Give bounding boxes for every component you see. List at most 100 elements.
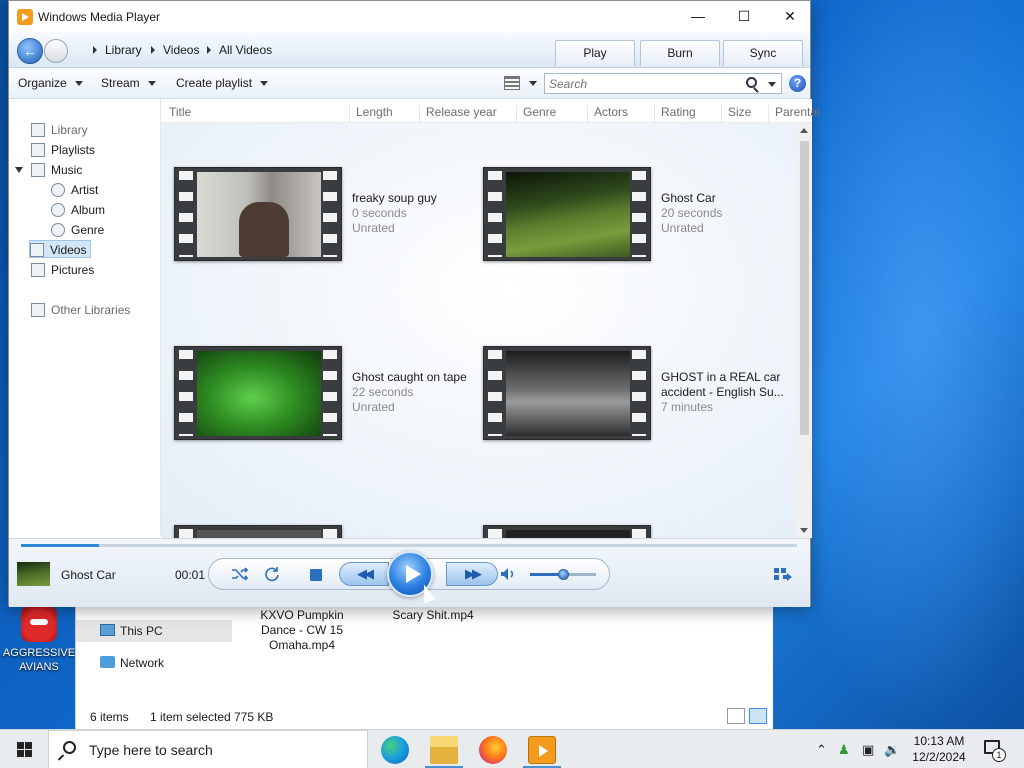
video-rating[interactable]: Unrated (352, 221, 482, 236)
view-options-icon[interactable] (504, 76, 520, 90)
minimize-button[interactable]: — (675, 1, 721, 32)
stop-icon[interactable] (310, 569, 322, 581)
search-box[interactable] (544, 73, 782, 94)
video-tile[interactable]: Ghost Car 20 seconds Unrated (479, 167, 779, 263)
scroll-down-icon[interactable] (800, 528, 808, 533)
column-actors[interactable]: Actors (587, 105, 628, 123)
breadcrumb-chevron-icon[interactable] (93, 46, 97, 54)
organize-menu[interactable]: Organize (18, 76, 83, 90)
repeat-icon[interactable] (263, 566, 281, 582)
next-button[interactable]: ▶▶ (446, 562, 498, 586)
nav-network[interactable]: Network (76, 652, 232, 674)
nav-this-pc[interactable]: This PC (76, 620, 232, 642)
sidebar-item-library[interactable]: Library (31, 121, 88, 139)
firefox-icon[interactable] (479, 736, 507, 764)
video-thumbnail[interactable] (174, 346, 342, 440)
video-length: 22 seconds (352, 385, 414, 399)
video-thumbnail[interactable] (483, 525, 651, 538)
create-playlist-menu[interactable]: Create playlist (176, 76, 269, 90)
file-item[interactable]: KXVO Pumpkin Dance - CW 15 Omaha.mp4 (247, 608, 357, 653)
video-tile[interactable]: freaky soup guy 0 seconds Unrated (170, 167, 470, 263)
large-icons-view-icon[interactable] (749, 708, 767, 724)
sidebar-item-pictures[interactable]: Pictures (31, 261, 94, 279)
maximize-button[interactable]: ☐ (721, 1, 767, 32)
film-strip-decoration (488, 171, 502, 257)
chevron-up-icon[interactable]: ⌃ (816, 742, 827, 758)
breadcrumb-all-videos[interactable]: All Videos (219, 43, 272, 57)
sidebar-item-music[interactable]: Music (31, 161, 82, 179)
video-tile[interactable]: Ghost caught on tape 22 seconds Unrated (170, 346, 470, 442)
sidebar-item-album[interactable]: Album (51, 201, 105, 219)
breadcrumb-chevron-icon[interactable] (207, 46, 211, 54)
close-button[interactable]: ✕ (767, 1, 813, 32)
search-input[interactable] (545, 74, 745, 93)
breadcrumb-videos[interactable]: Videos (163, 43, 199, 57)
windows-start-icon[interactable] (0, 730, 48, 768)
stream-menu[interactable]: Stream (101, 76, 156, 90)
sidebar-item-artist[interactable]: Artist (51, 181, 98, 199)
previous-button[interactable]: ◀◀ (339, 562, 389, 586)
desktop-icon-aggressive-avians[interactable]: AGGRESSIVE AVIANS (2, 606, 76, 674)
video-tile[interactable] (479, 525, 779, 538)
edge-icon[interactable] (381, 736, 409, 764)
network-tray-icon[interactable]: ▣ (862, 742, 874, 758)
column-title[interactable]: Title (163, 105, 191, 123)
sidebar-item-playlists[interactable]: Playlists (31, 141, 95, 159)
organize-label: Organize (18, 76, 67, 90)
sidebar-item-genre[interactable]: Genre (51, 221, 104, 239)
shuffle-icon[interactable] (231, 566, 249, 582)
search-icon[interactable] (746, 77, 757, 88)
sidebar-item-other-libraries[interactable]: Other Libraries (31, 301, 130, 319)
clock[interactable]: 10:13 AM 12/2/2024 (906, 733, 972, 765)
sidebar-item-videos[interactable]: Videos (29, 240, 91, 258)
video-length: 20 seconds (661, 206, 723, 220)
video-length: 7 minutes (661, 400, 714, 414)
scrollbar-thumb[interactable] (800, 141, 809, 435)
elapsed-time: 00:01 (175, 568, 206, 582)
file-item[interactable]: Scary Shit.mp4 (378, 608, 488, 623)
breadcrumb-library[interactable]: Library (105, 43, 142, 57)
tab-burn[interactable]: Burn (640, 40, 720, 66)
chevron-down-icon[interactable] (768, 82, 776, 87)
video-tile[interactable]: GHOST in a REAL car accident - English S… (479, 346, 784, 442)
speaker-icon[interactable]: 🔉 (884, 742, 900, 758)
expand-chevron-icon[interactable] (15, 167, 23, 173)
video-thumbnail[interactable] (174, 525, 342, 538)
column-length[interactable]: Length (349, 105, 393, 123)
volume-knob[interactable] (558, 569, 569, 580)
now-playing-thumbnail[interactable] (17, 562, 50, 586)
tab-sync[interactable]: Sync (723, 40, 803, 66)
help-icon[interactable]: ? (789, 75, 806, 92)
vertical-scrollbar[interactable] (797, 123, 812, 538)
people-icon[interactable]: ♟ (838, 742, 850, 758)
video-tile[interactable] (170, 525, 470, 538)
taskbar-search[interactable]: Type here to search (48, 730, 368, 768)
video-rating[interactable]: Unrated (352, 400, 482, 415)
video-meta: freaky soup guy 0 seconds Unrated (352, 191, 482, 236)
chevron-down-icon[interactable] (529, 81, 537, 86)
back-arrow-icon[interactable]: ← (17, 38, 43, 64)
file-explorer-icon[interactable] (430, 736, 458, 764)
volume-icon[interactable] (500, 567, 516, 581)
video-rating[interactable]: Unrated (661, 221, 791, 236)
seek-bar[interactable] (21, 544, 797, 547)
switch-to-now-playing-icon[interactable] (773, 566, 793, 582)
video-thumbnail[interactable] (483, 167, 651, 261)
scroll-up-icon[interactable] (800, 128, 808, 133)
video-thumbnail[interactable] (483, 346, 651, 440)
film-strip-decoration (323, 350, 337, 436)
video-thumbnail[interactable] (174, 167, 342, 261)
details-view-icon[interactable] (727, 708, 745, 724)
column-rating[interactable]: Rating (654, 105, 696, 123)
column-genre[interactable]: Genre (516, 105, 556, 123)
film-strip-decoration (323, 529, 337, 538)
wmp-taskbar-icon[interactable] (528, 736, 556, 764)
column-size[interactable]: Size (721, 105, 751, 123)
title-bar[interactable]: Windows Media Player — ☐ ✕ (9, 1, 810, 32)
column-parental[interactable]: Parental (768, 105, 820, 123)
tab-play[interactable]: Play (555, 40, 635, 66)
column-release-year[interactable]: Release year (419, 105, 497, 123)
forward-button[interactable] (44, 39, 68, 63)
breadcrumb-chevron-icon[interactable] (151, 46, 155, 54)
volume-slider[interactable] (530, 569, 596, 580)
